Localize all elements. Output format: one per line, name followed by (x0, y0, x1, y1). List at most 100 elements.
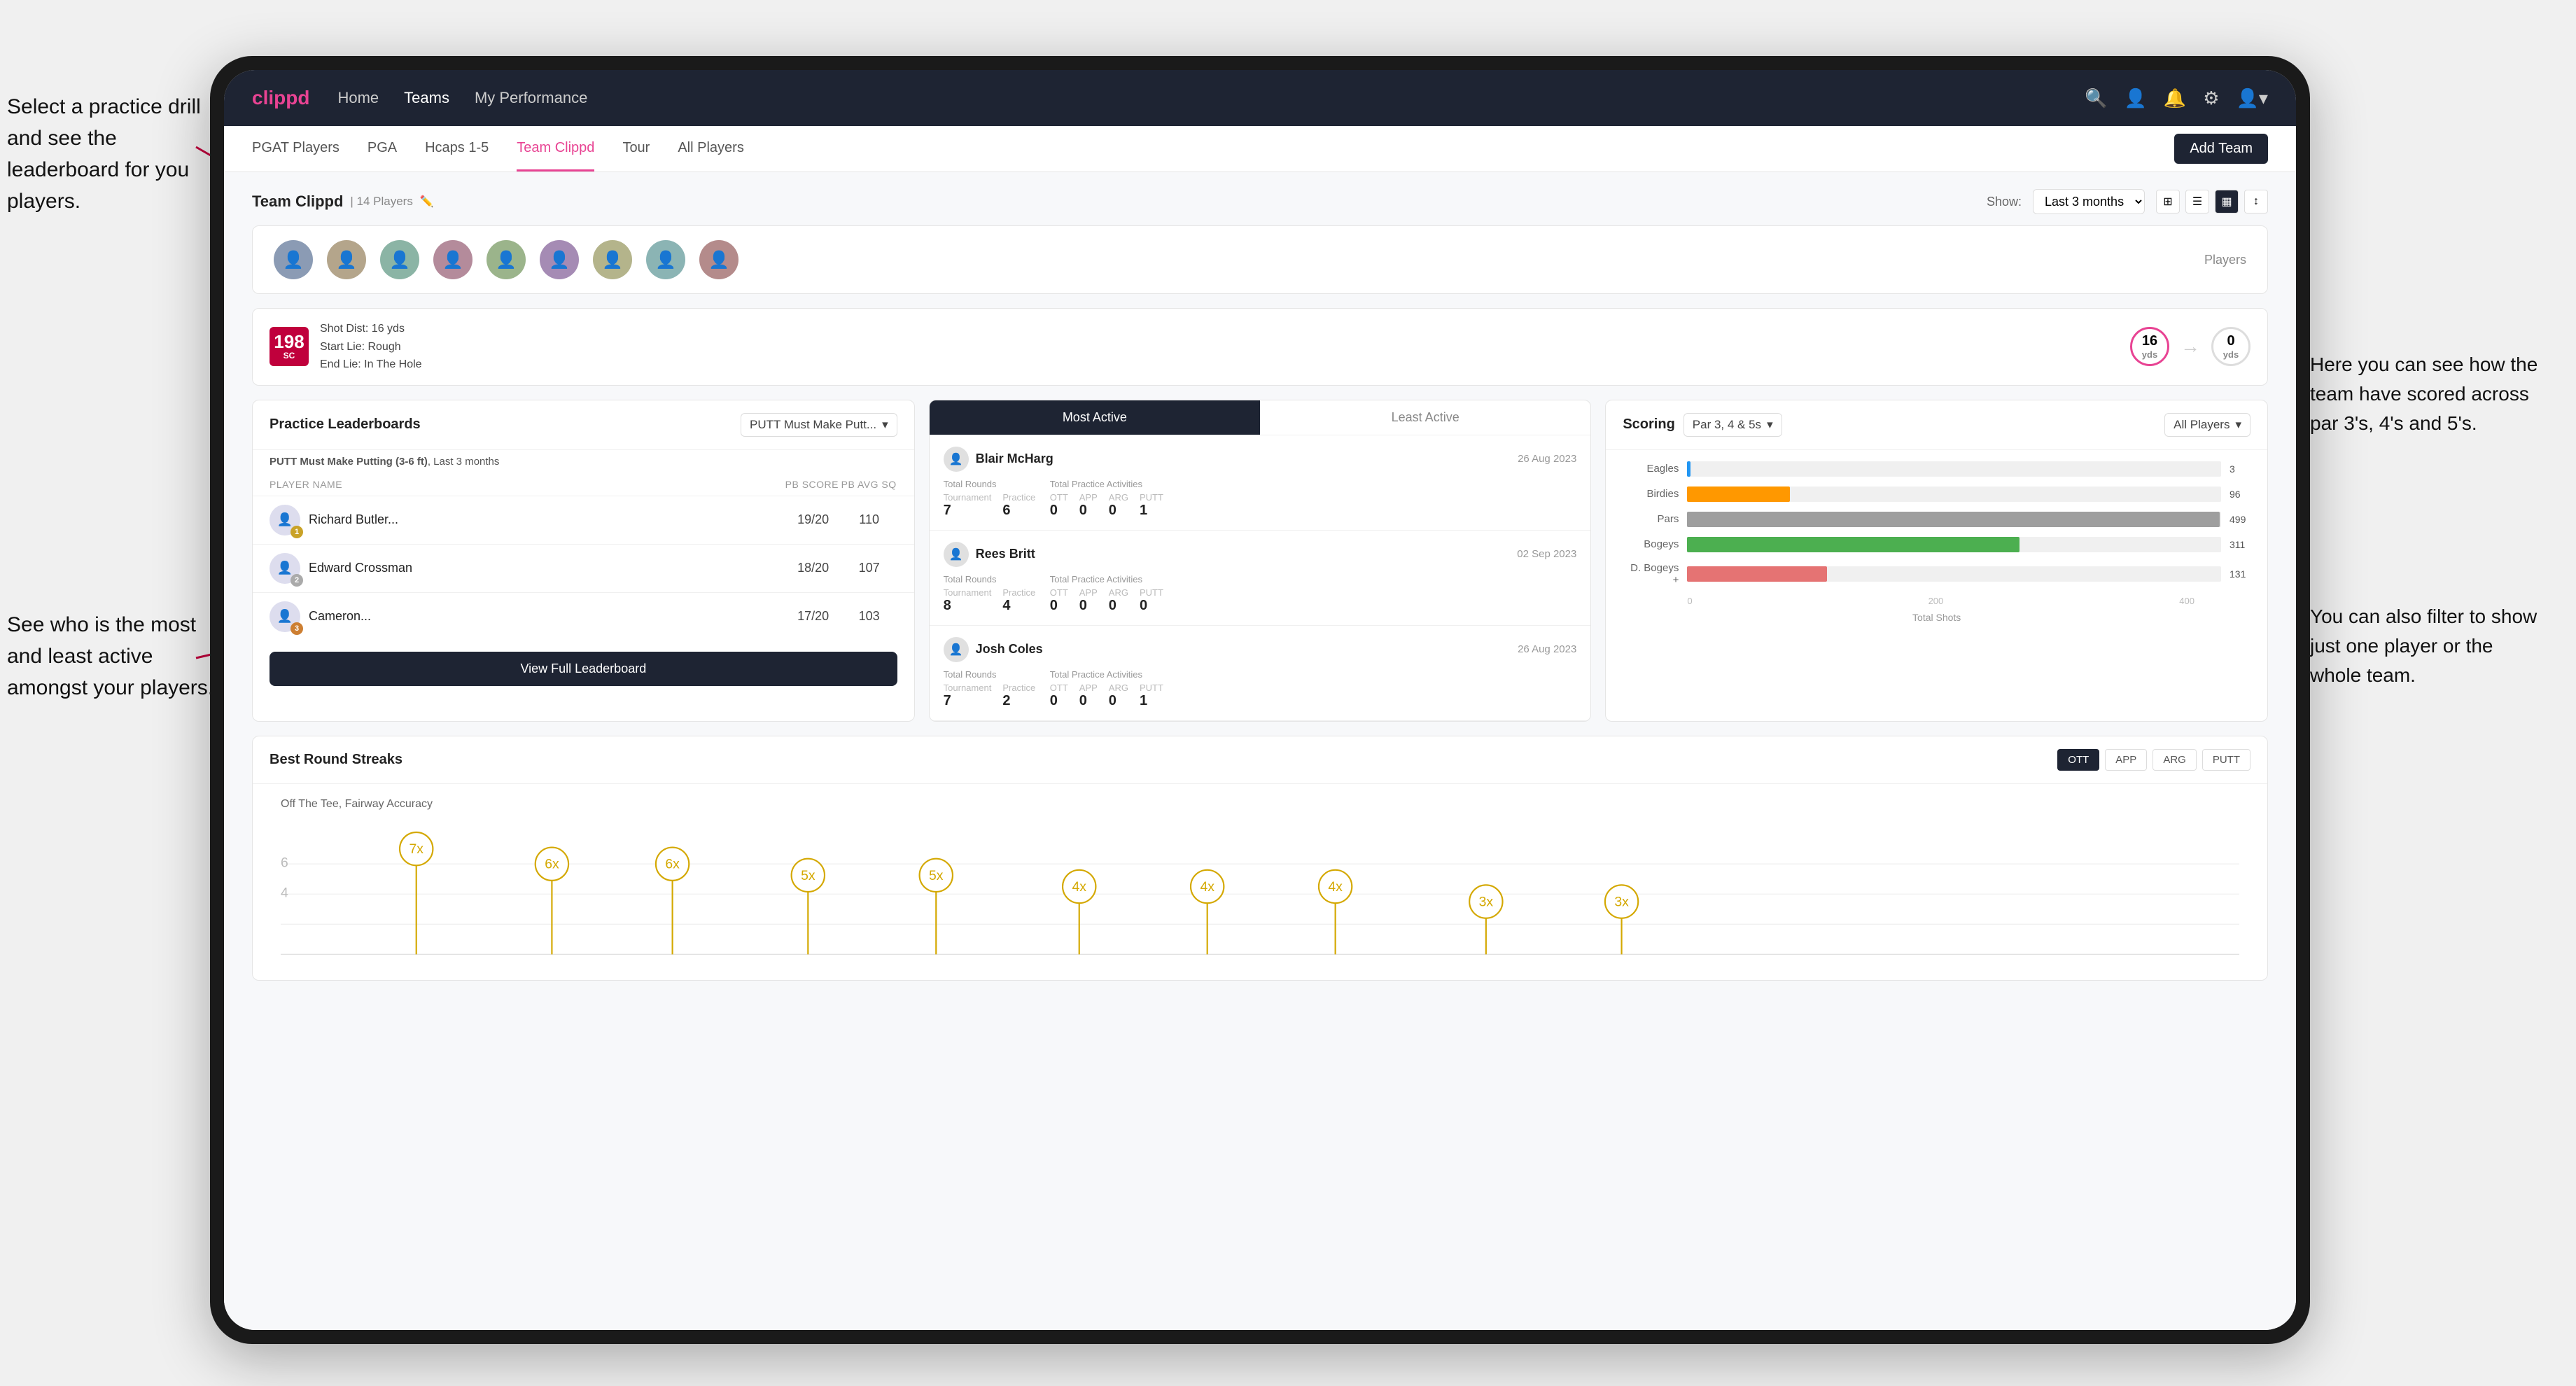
activity-date-3: 26 Aug 2023 (1518, 643, 1576, 655)
bar-row-bogeys: Bogeys 311 (1623, 537, 2250, 552)
view-sort-icon[interactable]: ↕ (2244, 190, 2268, 214)
filter-app[interactable]: APP (2105, 749, 2147, 771)
view-icons: ⊞ ☰ ▦ ↕ (2156, 190, 2268, 214)
bar-row-dbogeys: D. Bogeys + 131 (1623, 562, 2250, 586)
show-select[interactable]: Last 3 months Last 6 months Last year (2033, 189, 2145, 214)
table-row: 👤 1 Richard Butler... 19/20 110 (253, 496, 914, 544)
svg-text:4x: 4x (1200, 879, 1214, 895)
annotation-bottom-right: You can also filter to show just one pla… (2310, 602, 2548, 690)
view-list-icon[interactable]: ☰ (2185, 190, 2209, 214)
bar-row-pars: Pars 499 (1623, 512, 2250, 527)
rank-badge-3: 3 (290, 622, 303, 635)
edit-icon[interactable]: ✏️ (420, 195, 434, 209)
view-grid-icon[interactable]: ⊞ (2156, 190, 2180, 214)
leaderboard-subtitle: PUTT Must Make Putting (3-6 ft), Last 3 … (253, 450, 914, 473)
filter-putt[interactable]: PUTT (2202, 749, 2250, 771)
shot-dist-row: 16 yds → 0 yds (2130, 327, 2250, 366)
drill-select[interactable]: PUTT Must Make Putt... ▾ (741, 413, 897, 437)
team-header: Team Clippd | 14 Players ✏️ Show: Last 3… (252, 189, 2268, 214)
subnav-pga[interactable]: PGA (368, 126, 397, 172)
activity-name-3: Josh Coles (976, 642, 1043, 657)
leaderboard-title: Practice Leaderboards (270, 416, 421, 433)
tab-most-active[interactable]: Most Active (930, 400, 1260, 435)
players-row: 👤 👤 👤 👤 👤 👤 👤 👤 👤 Players (252, 225, 2268, 294)
player-avatar-4[interactable]: 👤 (433, 240, 472, 279)
total-shots-label: Total Shots (1623, 612, 2250, 623)
main-content: Team Clippd | 14 Players ✏️ Show: Last 3… (224, 172, 2296, 1330)
player-avatar-7[interactable]: 👤 (593, 240, 632, 279)
player-score-3: 17/20 (785, 609, 841, 624)
show-label: Show: (1987, 195, 2022, 209)
nav-home[interactable]: Home (337, 89, 379, 107)
player-avatar-2[interactable]: 👤 (327, 240, 366, 279)
svg-text:4x: 4x (1072, 879, 1086, 895)
activity-item-1: 👤 Blair McHarg 26 Aug 2023 Total Rounds … (930, 435, 1591, 531)
player-avatar-5[interactable]: 👤 (486, 240, 526, 279)
player-avatar-3[interactable]: 👤 (380, 240, 419, 279)
player-avatar-6[interactable]: 👤 (540, 240, 579, 279)
user-avatar[interactable]: 👤▾ (2236, 88, 2268, 109)
table-row: 👤 2 Edward Crossman 18/20 107 (253, 544, 914, 592)
activity-stats-1: Total Rounds Tournament 7 Practice 6 (944, 479, 1577, 519)
annotation-top-right: Here you can see how the team have score… (2310, 350, 2548, 438)
player-name-2: Edward Crossman (309, 561, 412, 575)
player-name-3: Cameron... (309, 609, 371, 624)
player-score-1: 19/20 (785, 512, 841, 527)
ipad-screen: clippd Home Teams My Performance 🔍 👤 🔔 ⚙… (224, 70, 2296, 1330)
player-avg-1: 110 (841, 512, 897, 527)
settings-icon[interactable]: ⚙ (2203, 88, 2219, 109)
player-avatar-9[interactable]: 👤 (699, 240, 738, 279)
nav-my-performance[interactable]: My Performance (475, 89, 587, 107)
activity-avatar-3: 👤 (944, 637, 969, 662)
player-avg-2: 107 (841, 561, 897, 575)
view-full-leaderboard-button[interactable]: View Full Leaderboard (270, 652, 897, 686)
bar-chart: Eagles 3 Birdies 96 (1606, 450, 2267, 634)
dist-circle-1: 16 yds (2130, 327, 2169, 366)
svg-text:5x: 5x (801, 868, 816, 883)
scoring-filter-par[interactable]: Par 3, 4 & 5s ▾ (1684, 413, 1782, 437)
notification-icon[interactable]: 🔔 (2164, 88, 2186, 109)
subnav-hcaps[interactable]: Hcaps 1-5 (425, 126, 489, 172)
search-icon[interactable]: 🔍 (2085, 88, 2107, 109)
subnav-tour[interactable]: Tour (622, 126, 650, 172)
player-avatar-8[interactable]: 👤 (646, 240, 685, 279)
svg-text:5x: 5x (929, 868, 944, 883)
filter-arg[interactable]: ARG (2152, 749, 2197, 771)
lb-avatar-3: 👤 3 (270, 601, 300, 632)
rank-badge-1: 1 (290, 526, 303, 538)
view-card-icon[interactable]: ▦ (2215, 190, 2239, 214)
practice-leaderboard-card: Practice Leaderboards PUTT Must Make Put… (252, 400, 915, 722)
svg-text:6x: 6x (545, 856, 559, 872)
shot-badge-num: 198 (274, 332, 304, 351)
nav-logo: clippd (252, 87, 309, 109)
subnav-all-players[interactable]: All Players (678, 126, 743, 172)
player-count: | 14 Players (350, 195, 412, 209)
nav-teams[interactable]: Teams (404, 89, 449, 107)
svg-text:3x: 3x (1614, 894, 1629, 909)
streaks-chart-svg: 6 4 7x 6x 6x (281, 825, 2239, 979)
shot-card: 198 SC Shot Dist: 16 yds Start Lie: Roug… (252, 308, 2268, 386)
scoring-filter-players[interactable]: All Players ▾ (2164, 413, 2250, 437)
player-avatar-1[interactable]: 👤 (274, 240, 313, 279)
dist-circle-2: 0 yds (2211, 327, 2250, 366)
profile-icon[interactable]: 👤 (2124, 88, 2147, 109)
player-score-2: 18/20 (785, 561, 841, 575)
activity-item-2: 👤 Rees Britt 02 Sep 2023 Total Rounds To… (930, 531, 1591, 626)
table-row: 👤 3 Cameron... 17/20 103 (253, 592, 914, 640)
shot-badge: 198 SC (270, 327, 309, 366)
activity-avatar-2: 👤 (944, 542, 969, 567)
subnav-pgat[interactable]: PGAT Players (252, 126, 340, 172)
activity-stats-2: Total Rounds Tournament 8 Practice 4 (944, 574, 1577, 614)
subnav-team-clippd[interactable]: Team Clippd (517, 126, 594, 172)
team-title: Team Clippd (252, 192, 343, 211)
tab-least-active[interactable]: Least Active (1260, 400, 1590, 435)
streaks-chart-area: Off The Tee, Fairway Accuracy 6 4 (253, 784, 2267, 980)
navbar: clippd Home Teams My Performance 🔍 👤 🔔 ⚙… (224, 70, 2296, 126)
streaks-header: Best Round Streaks OTT APP ARG PUTT (253, 736, 2267, 784)
shot-details: Shot Dist: 16 yds Start Lie: Rough End L… (320, 320, 422, 374)
svg-text:4: 4 (281, 885, 288, 900)
shot-badge-label: SC (284, 351, 295, 360)
svg-text:7x: 7x (409, 841, 424, 857)
filter-ott[interactable]: OTT (2057, 749, 2099, 771)
add-team-button[interactable]: Add Team (2174, 134, 2268, 164)
